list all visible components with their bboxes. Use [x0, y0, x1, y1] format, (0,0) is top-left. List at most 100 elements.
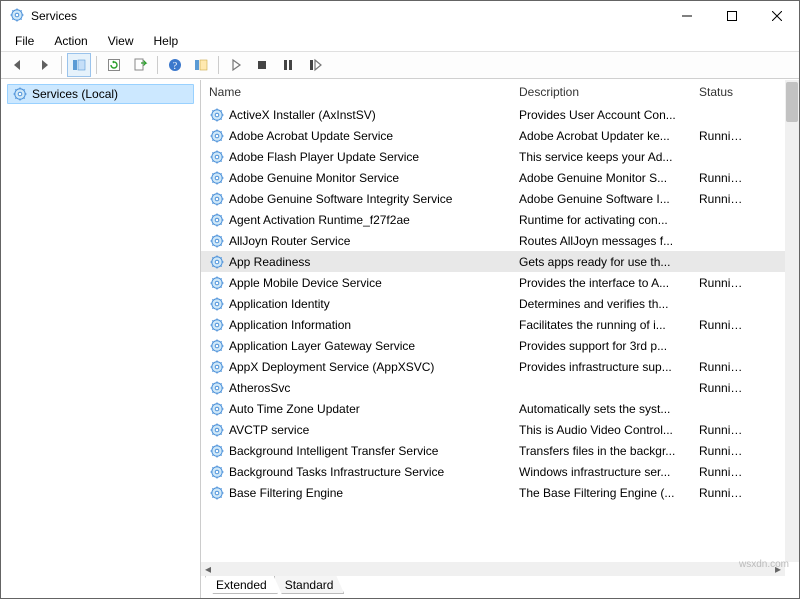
properties-button[interactable] — [189, 53, 213, 77]
service-desc: Adobe Acrobat Updater ke... — [511, 129, 691, 143]
view-tabs: Extended Standard — [201, 576, 799, 598]
service-name: Adobe Genuine Software Integrity Service — [229, 192, 452, 206]
table-row[interactable]: AllJoyn Router ServiceRoutes AllJoyn mes… — [201, 230, 785, 251]
service-name: Application Information — [229, 318, 351, 332]
export-list-button[interactable] — [128, 53, 152, 77]
gear-icon — [209, 107, 225, 123]
service-desc: Provides support for 3rd p... — [511, 339, 691, 353]
menu-file[interactable]: File — [5, 32, 44, 50]
service-desc: Windows infrastructure ser... — [511, 465, 691, 479]
service-name: ActiveX Installer (AxInstSV) — [229, 108, 376, 122]
service-desc: Automatically sets the syst... — [511, 402, 691, 416]
service-status: Running — [691, 276, 751, 290]
tab-standard[interactable]: Standard — [274, 576, 345, 594]
gear-icon — [209, 443, 225, 459]
tree-node-services-local[interactable]: Services (Local) — [7, 84, 194, 104]
table-row[interactable]: App ReadinessGets apps ready for use th.… — [201, 251, 785, 272]
show-hide-tree-button[interactable] — [67, 53, 91, 77]
gear-icon — [209, 149, 225, 165]
service-desc: Determines and verifies th... — [511, 297, 691, 311]
minimize-button[interactable] — [664, 2, 709, 31]
service-name-cell: Agent Activation Runtime_f27f2ae — [201, 212, 511, 228]
refresh-button[interactable] — [102, 53, 126, 77]
col-header-name[interactable]: Name — [201, 85, 511, 99]
services-window: Services File Action View Help ? — [0, 0, 800, 599]
col-header-desc[interactable]: Description — [511, 85, 691, 99]
gear-icon — [209, 233, 225, 249]
service-desc: Provides infrastructure sup... — [511, 360, 691, 374]
service-name-cell: ActiveX Installer (AxInstSV) — [201, 107, 511, 123]
table-row[interactable]: Adobe Genuine Software Integrity Service… — [201, 188, 785, 209]
service-name: Base Filtering Engine — [229, 486, 343, 500]
table-row[interactable]: Adobe Genuine Monitor ServiceAdobe Genui… — [201, 167, 785, 188]
services-list: Name Description Status ActiveX Installe… — [201, 80, 785, 562]
tree-node-label: Services (Local) — [32, 87, 118, 101]
restart-service-button[interactable] — [302, 53, 326, 77]
service-status: Running — [691, 444, 751, 458]
service-desc: The Base Filtering Engine (... — [511, 486, 691, 500]
gear-icon — [209, 359, 225, 375]
menu-view[interactable]: View — [98, 32, 144, 50]
table-row[interactable]: Application Information Facilitates the r… — [201, 314, 785, 335]
scrollbar-thumb[interactable] — [786, 82, 798, 122]
close-button[interactable] — [754, 2, 799, 31]
back-button[interactable] — [6, 53, 30, 77]
maximize-button[interactable] — [709, 2, 754, 31]
vertical-scrollbar[interactable] — [785, 80, 799, 562]
table-row[interactable]: Application Layer Gateway Service Provide… — [201, 335, 785, 356]
table-row[interactable]: Background Tasks Infrastructure Service W… — [201, 461, 785, 482]
gear-icon — [12, 86, 28, 102]
horizontal-scrollbar[interactable]: ◂ ▸ — [201, 562, 785, 576]
table-row[interactable]: Auto Time Zone Updater Automatically sets… — [201, 398, 785, 419]
service-name: Application Layer Gateway Service — [229, 339, 415, 353]
menubar: File Action View Help — [1, 31, 799, 51]
menu-action[interactable]: Action — [44, 32, 97, 50]
body: Services (Local) Name Description Status… — [1, 79, 799, 598]
service-name-cell: Application Information — [201, 317, 511, 333]
tab-extended[interactable]: Extended — [205, 576, 278, 594]
gear-icon — [209, 464, 225, 480]
table-row[interactable]: Apple Mobile Device ServiceProvides the … — [201, 272, 785, 293]
forward-button[interactable] — [32, 53, 56, 77]
table-row[interactable]: AtherosSvcRunning — [201, 377, 785, 398]
pause-service-button[interactable] — [276, 53, 300, 77]
service-status: Running — [691, 192, 751, 206]
service-desc: Runtime for activating con... — [511, 213, 691, 227]
service-name: Application Identity — [229, 297, 330, 311]
service-name-cell: Apple Mobile Device Service — [201, 275, 511, 291]
service-status: Running — [691, 486, 751, 500]
watermark: wsxdn.com — [739, 559, 789, 570]
gear-icon — [209, 380, 225, 396]
service-name-cell: Adobe Acrobat Update Service — [201, 128, 511, 144]
table-row[interactable]: Agent Activation Runtime_f27f2aeRuntime … — [201, 209, 785, 230]
table-row[interactable]: Adobe Acrobat Update ServiceAdobe Acroba… — [201, 125, 785, 146]
table-row[interactable]: AppX Deployment Service (AppXSVC)Provide… — [201, 356, 785, 377]
help-button[interactable]: ? — [163, 53, 187, 77]
service-desc: Provides User Account Con... — [511, 108, 691, 122]
menu-help[interactable]: Help — [144, 32, 189, 50]
table-row[interactable]: AVCTP serviceThis is Audio Video Control… — [201, 419, 785, 440]
table-row[interactable]: Background Intelligent Transfer ServiceT… — [201, 440, 785, 461]
service-status: Running — [691, 171, 751, 185]
stop-service-button[interactable] — [250, 53, 274, 77]
col-header-status[interactable]: Status — [691, 85, 751, 99]
service-name: Background Tasks Infrastructure Service — [229, 465, 444, 479]
toolbar: ? — [1, 51, 799, 79]
table-row[interactable]: ActiveX Installer (AxInstSV) Provides Use… — [201, 104, 785, 125]
svg-text:?: ? — [173, 61, 178, 72]
service-name: Auto Time Zone Updater — [229, 402, 360, 416]
service-name-cell: Adobe Genuine Software Integrity Service — [201, 191, 511, 207]
service-desc: Facilitates the running of i... — [511, 318, 691, 332]
service-name: Background Intelligent Transfer Service — [229, 444, 438, 458]
service-name-cell: Application Layer Gateway Service — [201, 338, 511, 354]
table-row[interactable]: Adobe Flash Player Update ServiceThis se… — [201, 146, 785, 167]
service-desc: This is Audio Video Control... — [511, 423, 691, 437]
start-service-button[interactable] — [224, 53, 248, 77]
service-name-cell: Auto Time Zone Updater — [201, 401, 511, 417]
table-row[interactable]: Base Filtering Engine The Base Filtering … — [201, 482, 785, 503]
gear-icon — [209, 338, 225, 354]
gear-icon — [209, 317, 225, 333]
nav-tree: Services (Local) — [1, 80, 201, 598]
table-row[interactable]: Application Identity Determines and verif… — [201, 293, 785, 314]
scroll-left-icon[interactable]: ◂ — [201, 562, 215, 576]
